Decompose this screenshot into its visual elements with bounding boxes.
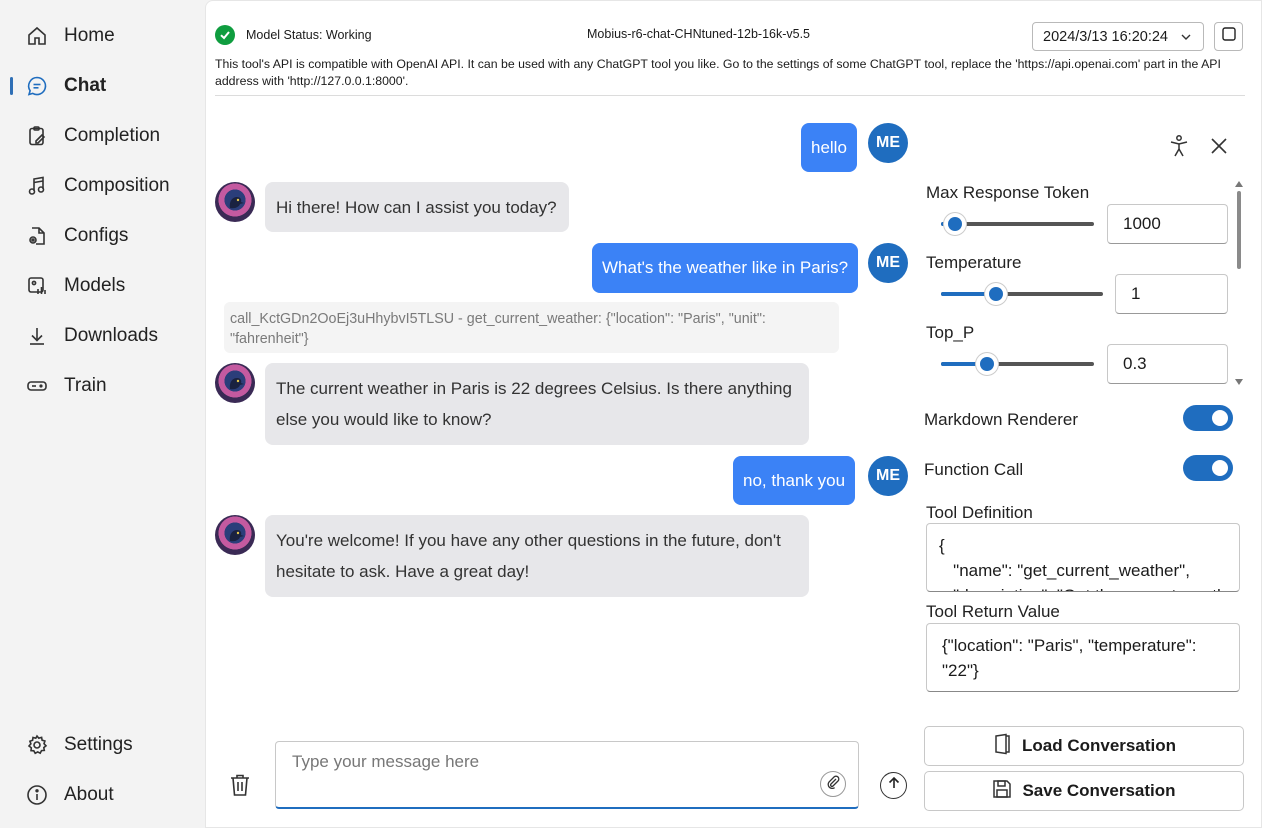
clear-chat-button[interactable] — [228, 772, 252, 803]
sidebar-item-label: Settings — [64, 734, 133, 755]
sidebar-item-train[interactable]: Train — [10, 366, 200, 406]
tool-return-input[interactable]: {"location": "Paris", "temperature": "22… — [926, 623, 1240, 692]
sidebar-item-composition[interactable]: Composition — [10, 166, 200, 206]
sidebar-item-completion[interactable]: Completion — [10, 116, 200, 156]
top-p-input[interactable]: 0.3 — [1107, 344, 1228, 384]
sidebar-item-about[interactable]: About — [10, 775, 200, 815]
model-name: Mobius-r6-chat-CHNtuned-12b-16k-v5.5 — [587, 27, 811, 41]
sidebar-item-settings[interactable]: Settings — [10, 725, 200, 765]
temperature-label: Temperature — [926, 253, 1022, 272]
header-divider — [215, 95, 1245, 96]
model-status: Model Status: Working — [215, 25, 372, 45]
download-icon — [26, 325, 48, 347]
chat-icon — [26, 75, 48, 97]
sidebar-item-label: Home — [64, 25, 115, 46]
max-tokens-label: Max Response Token — [926, 183, 1090, 202]
user-message: What's the weather like in Paris? — [592, 243, 859, 293]
tool-return-label: Tool Return Value — [926, 602, 1060, 621]
slider-thumb[interactable] — [985, 283, 1007, 305]
message-input-box — [275, 741, 859, 809]
user-message: hello — [801, 123, 857, 172]
load-conversation-label: Load Conversation — [1022, 736, 1176, 755]
chevron-down-icon — [1179, 30, 1193, 48]
clipboard-edit-icon — [26, 125, 48, 147]
message-input[interactable] — [276, 742, 858, 807]
music-note-icon — [26, 175, 48, 197]
bot-avatar — [215, 363, 255, 403]
function-call-label: Function Call — [924, 460, 1024, 479]
new-conversation-button[interactable] — [1214, 22, 1243, 51]
trash-icon — [228, 774, 252, 802]
close-icon — [1210, 138, 1228, 159]
sidebar-item-home[interactable]: Home — [10, 16, 200, 56]
config-document-icon — [26, 225, 48, 247]
slider-thumb[interactable] — [976, 353, 998, 375]
top-p-slider[interactable] — [941, 353, 1094, 375]
sidebar-item-label: Chat — [64, 75, 107, 96]
slider-thumb[interactable] — [944, 213, 966, 235]
square-icon — [1221, 27, 1236, 46]
bot-message: Hi there! How can I assist you today? — [265, 182, 569, 232]
load-conversation-button[interactable]: Load Conversation — [924, 726, 1244, 766]
accessibility-icon — [1168, 135, 1190, 162]
sidebar-item-label: Configs — [64, 225, 129, 246]
top-p-label: Top_P — [926, 323, 975, 342]
sidebar-item-downloads[interactable]: Downloads — [10, 316, 200, 356]
save-conversation-button[interactable]: Save Conversation — [924, 771, 1244, 811]
datetime-dropdown[interactable]: 2024/3/13 16:20:24 — [1032, 22, 1204, 51]
api-compat-notice: This tool's API is compatible with OpenA… — [215, 57, 1221, 88]
sidebar-item-label: About — [64, 784, 114, 805]
tool-definition-label: Tool Definition — [926, 503, 1033, 522]
scrollbar-thumb[interactable] — [1237, 191, 1241, 269]
save-conversation-label: Save Conversation — [1022, 781, 1176, 800]
model-status-text: Model Status: Working — [246, 28, 372, 42]
max-tokens-input[interactable]: 1000 — [1107, 204, 1228, 244]
function-call-record: call_KctGDn2OoEj3uHhybvI5TLSU - get_curr… — [224, 302, 839, 353]
info-icon — [26, 784, 48, 806]
sidebar-item-models[interactable]: Models — [10, 266, 200, 306]
send-button[interactable] — [880, 772, 907, 799]
user-message: no, thank you — [733, 456, 856, 505]
user-avatar: ME — [868, 243, 908, 283]
paperclip-icon — [826, 775, 840, 794]
function-call-toggle[interactable] — [1183, 455, 1233, 481]
home-icon — [26, 25, 48, 47]
sidebar-item-label: Train — [64, 375, 107, 396]
bot-message: The current weather in Paris is 22 degre… — [265, 363, 809, 445]
chat-main-area: Model Status: Working Mobius-r6-chat-CHN… — [205, 0, 1262, 828]
markdown-renderer-toggle[interactable] — [1183, 405, 1233, 431]
sidebar-item-configs[interactable]: Configs — [10, 216, 200, 256]
train-icon — [26, 375, 48, 397]
sidebar-item-label: Composition — [64, 175, 170, 196]
sidebar-item-chat[interactable]: Chat — [10, 66, 200, 106]
bot-avatar — [215, 515, 255, 555]
temperature-input[interactable]: 1 — [1115, 274, 1228, 314]
markdown-renderer-label: Markdown Renderer — [924, 410, 1079, 429]
bot-avatar — [215, 182, 255, 222]
tool-definition-input[interactable]: { "name": "get_current_weather", "descri… — [926, 523, 1240, 592]
user-avatar: ME — [868, 456, 908, 496]
bot-message: You're welcome! If you have any other qu… — [265, 515, 809, 597]
close-panel-button[interactable] — [1210, 137, 1228, 160]
load-icon — [992, 733, 1012, 760]
datetime-value: 2024/3/13 16:20:24 — [1043, 28, 1168, 45]
sidebar: Home Chat Completion Composition Configs… — [0, 0, 205, 828]
models-icon — [26, 275, 48, 297]
attach-button[interactable] — [820, 771, 846, 797]
sidebar-item-label: Downloads — [64, 325, 158, 346]
sidebar-item-label: Models — [64, 275, 126, 296]
settings-scrollbar[interactable] — [1235, 181, 1243, 385]
temperature-slider[interactable] — [941, 283, 1103, 305]
accessibility-button[interactable] — [1168, 134, 1190, 163]
check-circle-icon — [215, 25, 235, 45]
sidebar-item-label: Completion — [64, 125, 161, 146]
user-avatar: ME — [868, 123, 908, 163]
arrow-up-icon — [887, 776, 901, 795]
max-tokens-slider[interactable] — [941, 213, 1094, 235]
gear-icon — [26, 734, 48, 756]
save-icon — [992, 779, 1012, 804]
